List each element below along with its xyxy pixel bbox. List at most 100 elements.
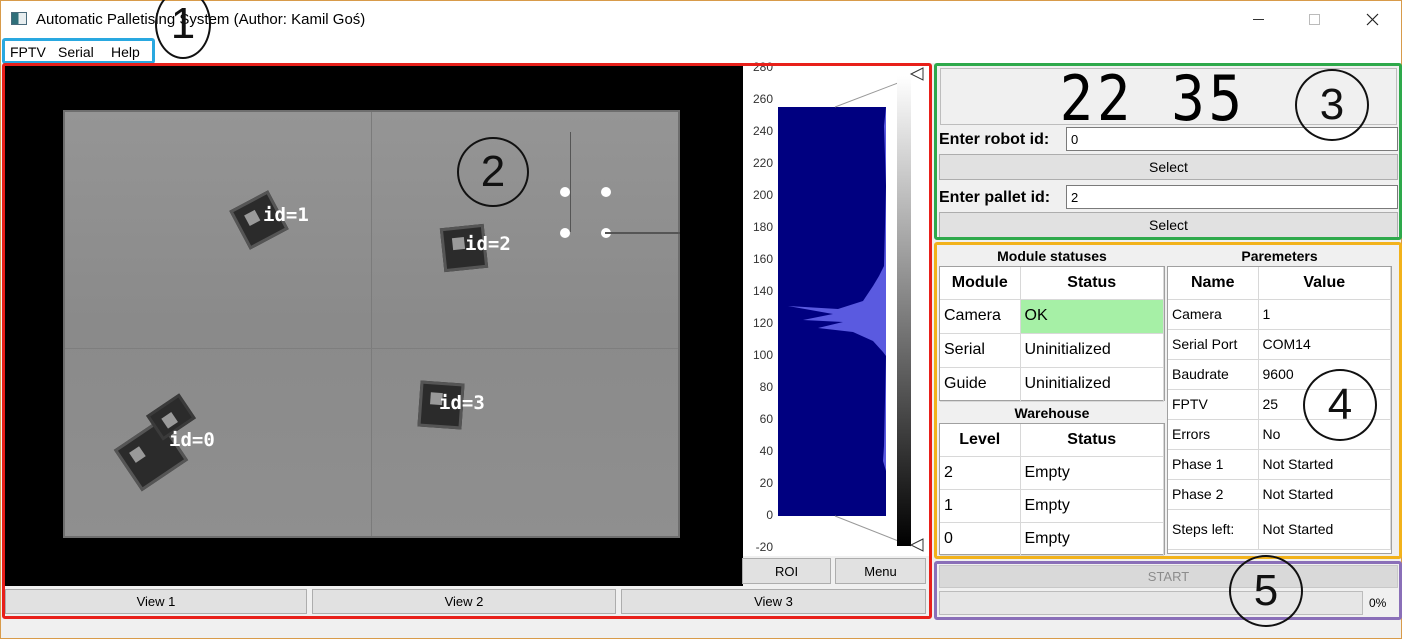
calibration-dot (560, 228, 570, 238)
table-row[interactable]: Steps left: Not Started (1168, 509, 1391, 550)
table-row[interactable]: Serial Port COM14 (1168, 329, 1391, 360)
status-cell: Empty (1020, 489, 1164, 523)
parameter-name: Errors (1168, 419, 1259, 450)
table-row[interactable]: Serial Uninitialized (940, 333, 1164, 368)
marker-label: id=2 (465, 233, 511, 255)
level-cell: 2 (940, 456, 1021, 490)
progress-percent: 0% (1369, 596, 1387, 610)
close-icon (1366, 13, 1378, 26)
progress-bar (939, 591, 1363, 615)
parameter-name: Phase 2 (1168, 479, 1259, 510)
axis-tick-label: -20 (755, 540, 773, 554)
parameter-name: Baudrate (1168, 359, 1259, 390)
minimize-button[interactable] (1235, 1, 1281, 38)
maximize-button[interactable] (1291, 1, 1337, 38)
axis-tick-label: 0 (766, 508, 773, 522)
marker-label: id=0 (169, 429, 215, 451)
pallet-id-input[interactable] (1066, 185, 1398, 209)
parameter-value: 1 (1258, 299, 1391, 330)
robot-id-label: Enter robot id: (939, 131, 1050, 148)
marker-label: id=3 (439, 392, 485, 414)
camera-arena-image: id=1 id=2 id=3 id=0 (63, 110, 680, 538)
status-cell: Uninitialized (1020, 367, 1164, 402)
arena-seam (371, 112, 372, 536)
window-title: Automatic Palletising System (Author: Ka… (36, 11, 366, 28)
marker-label: id=1 (263, 204, 309, 226)
status-cell: Uninitialized (1020, 333, 1164, 368)
module-statuses-title: Module statuses (997, 248, 1107, 264)
start-button[interactable]: START (939, 565, 1398, 588)
axis-tick-label: 240 (752, 124, 773, 138)
view-2-button[interactable]: View 2 (312, 589, 616, 614)
table-row[interactable]: Errors No (1168, 419, 1391, 450)
title-bar: Automatic Palletising System (Author: Ka… (1, 1, 1401, 38)
select-robot-button[interactable]: Select (939, 154, 1398, 180)
calibration-dot (560, 187, 570, 197)
axis-tick-label: 60 (759, 412, 773, 426)
select-pallet-button[interactable]: Select (939, 212, 1398, 238)
axis-tick-label: 80 (759, 380, 773, 394)
gradient-bar (897, 76, 911, 546)
max-level-handle[interactable] (909, 67, 924, 81)
status-cell: Empty (1020, 456, 1164, 490)
table-row[interactable]: Baudrate 9600 (1168, 359, 1391, 390)
menu-fptv[interactable]: FPTV (10, 44, 46, 60)
robot-id-input[interactable] (1066, 127, 1398, 151)
column-header: Level (940, 424, 1021, 457)
axis-tick-label: 140 (752, 284, 773, 298)
column-header: Name (1168, 267, 1259, 300)
clock-display: 22 35 (940, 68, 1397, 130)
axis-tick-label: 220 (752, 156, 773, 170)
column-header: Status (1020, 267, 1164, 300)
menu-bar: FPTV Serial Help (1, 38, 1401, 63)
table-row[interactable]: 2 Empty (940, 456, 1164, 490)
axis-tick-label: 160 (752, 252, 773, 266)
table-row[interactable]: Guide Uninitialized (940, 367, 1164, 402)
module-name: Guide (940, 367, 1021, 402)
axis-tick-label: 120 (752, 316, 773, 330)
app-icon (11, 12, 27, 25)
table-row[interactable]: Phase 1 Not Started (1168, 449, 1391, 480)
view-1-button[interactable]: View 1 (5, 589, 307, 614)
status-cell: Empty (1020, 522, 1164, 556)
close-button[interactable] (1349, 1, 1395, 38)
parameter-value: Not Started (1258, 509, 1391, 550)
parameter-name: Camera (1168, 299, 1259, 330)
minimize-icon (1252, 19, 1264, 20)
level-cell: 0 (940, 522, 1021, 556)
parameter-value: 9600 (1258, 359, 1391, 390)
axis-tick-label: 280 (752, 60, 773, 74)
menu-button[interactable]: Menu (835, 558, 926, 584)
table-row[interactable]: 0 Empty (940, 522, 1164, 556)
parameter-value: COM14 (1258, 329, 1391, 360)
table-row[interactable]: Camera 1 (1168, 299, 1391, 330)
module-name: Camera (940, 299, 1021, 334)
calibration-line (605, 232, 680, 234)
column-header: Status (1020, 424, 1164, 457)
pallet-id-label: Enter pallet id: (939, 189, 1051, 206)
column-header: Value (1258, 267, 1391, 300)
warehouse-title: Warehouse (1014, 405, 1090, 421)
parameter-value: 25 (1258, 389, 1391, 420)
parameter-name: Phase 1 (1168, 449, 1259, 480)
table-row[interactable]: Phase 2 Not Started (1168, 479, 1391, 510)
view-3-button[interactable]: View 3 (621, 589, 926, 614)
parameter-name: Steps left: (1168, 509, 1259, 550)
column-header: Module (940, 267, 1021, 300)
parameters-table: Name Value Camera 1 Serial Port COM14 Baudrat… (1167, 266, 1392, 554)
parameter-name: FPTV (1168, 389, 1259, 420)
menu-serial[interactable]: Serial (58, 44, 94, 60)
table-row[interactable]: FPTV 25 (1168, 389, 1391, 420)
menu-help[interactable]: Help (111, 44, 140, 60)
min-level-handle[interactable] (909, 538, 924, 552)
calibration-line (570, 132, 571, 232)
parameter-value: Not Started (1258, 449, 1391, 480)
module-name: Serial (940, 333, 1021, 368)
arena-seam (65, 348, 678, 349)
parameters-title: Paremeters (1241, 248, 1318, 264)
table-row[interactable]: Camera OK (940, 299, 1164, 334)
status-cell-ok: OK (1020, 299, 1164, 334)
axis-tick-label: 100 (752, 348, 773, 362)
roi-button[interactable]: ROI (742, 558, 831, 584)
table-row[interactable]: 1 Empty (940, 489, 1164, 523)
